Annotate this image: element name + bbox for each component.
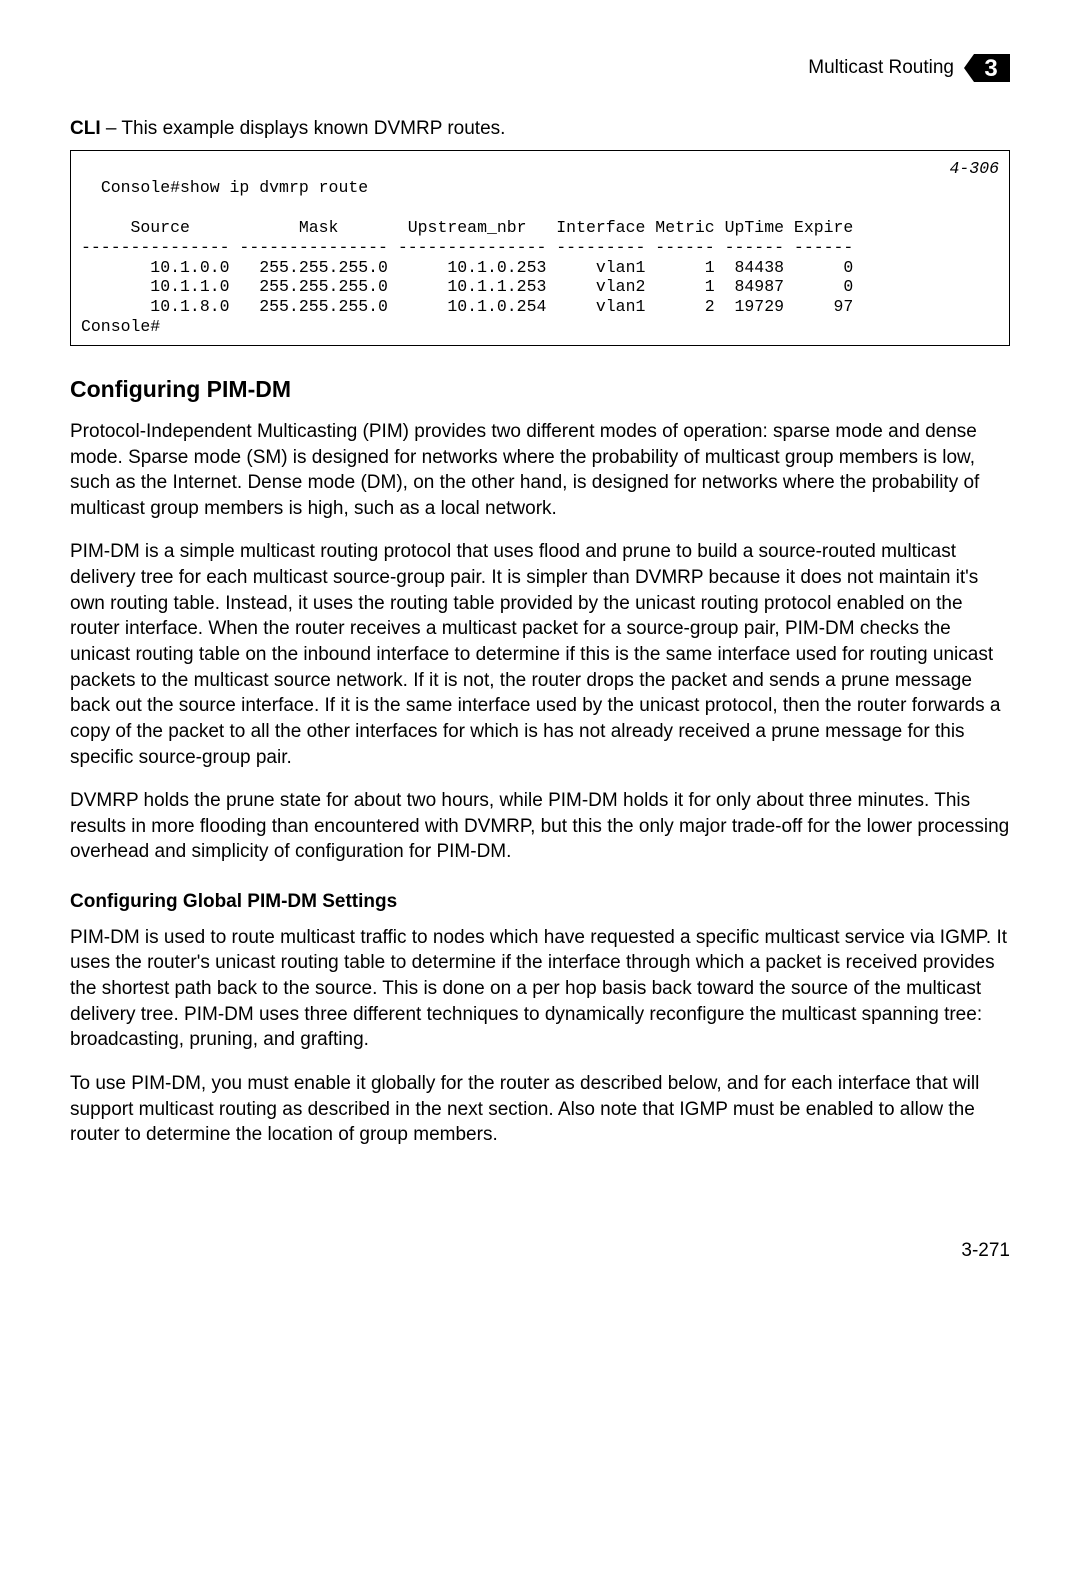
- code-block: 4-306 Console#show ip dvmrp route Source …: [70, 150, 1010, 346]
- chapter-number: 3: [984, 55, 997, 82]
- page-number: 3-271: [70, 1238, 1010, 1264]
- cli-label: CLI: [70, 118, 101, 139]
- heading-configuring-pimdm: Configuring PIM-DM: [70, 374, 1010, 405]
- paragraph-2: PIM-DM is a simple multicast routing pro…: [70, 539, 1010, 770]
- paragraph-4: PIM-DM is used to route multicast traffi…: [70, 925, 1010, 1053]
- paragraph-3: DVMRP holds the prune state for about tw…: [70, 788, 1010, 865]
- page-header: Multicast Routing 3: [70, 50, 1010, 86]
- section-title: Multicast Routing: [808, 55, 954, 81]
- paragraph-5: To use PIM-DM, you must enable it global…: [70, 1071, 1010, 1148]
- paragraph-1: Protocol-Independent Multicasting (PIM) …: [70, 419, 1010, 522]
- code-reference: 4-306: [949, 159, 999, 179]
- cli-intro-text: – This example displays known DVMRP rout…: [101, 118, 506, 139]
- code-content: Console#show ip dvmrp route Source Mask …: [81, 178, 853, 336]
- chapter-badge-icon: 3: [964, 50, 1010, 86]
- heading-global-settings: Configuring Global PIM-DM Settings: [70, 889, 1010, 915]
- cli-intro: CLI – This example displays known DVMRP …: [70, 116, 1010, 142]
